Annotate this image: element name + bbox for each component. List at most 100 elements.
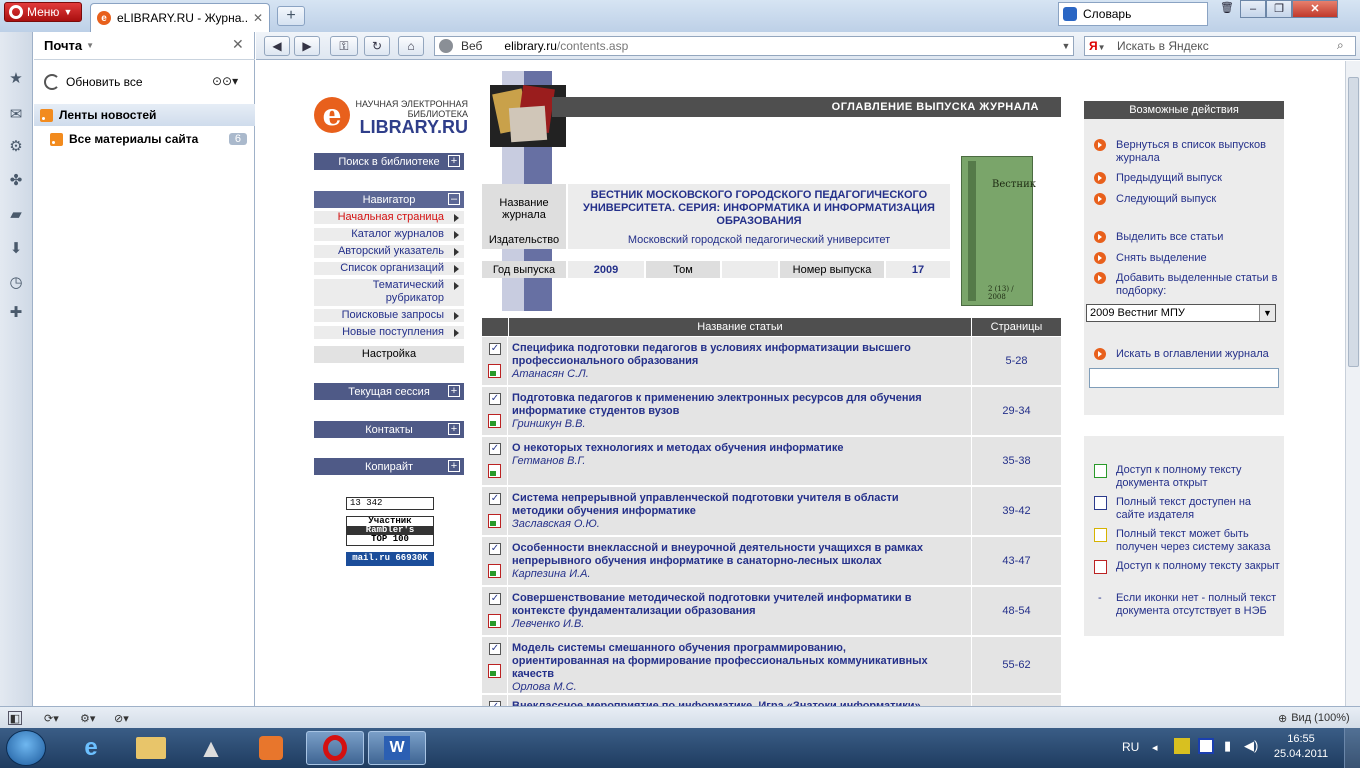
add-to-collection-link[interactable]: Добавить выделенные статьи в подборку: [1116,272,1281,298]
nav-link-home[interactable]: Начальная страница [314,211,464,224]
volume-icon[interactable]: ◀) [1244,738,1258,754]
elibrary-logo[interactable]: e НАУЧНАЯ ЭЛЕКТРОННАЯ БИБЛИОТЕКА LIBRARY… [314,97,468,137]
tray-app-icon[interactable] [1174,738,1190,754]
trash-icon[interactable]: 🗑 [1214,0,1240,18]
back-to-issues-link[interactable]: Вернуться в список выпусков журнала [1116,139,1281,165]
search-in-contents-link[interactable]: Искать в оглавлении журнала [1116,348,1281,361]
maximize-button[interactable]: ❐ [1266,0,1292,18]
add-panel-icon[interactable]: ✚ [6,302,26,322]
address-dropdown-icon[interactable]: ▼ [1059,41,1073,51]
language-indicator[interactable]: RU [1122,740,1139,754]
copyright-section[interactable]: Копирайт + [314,458,464,475]
address-field[interactable]: Веб elibrary.ru/contents.asp ▼ [434,36,1074,56]
toggle-panel-icon[interactable]: ◧ [8,711,22,725]
gear-icon[interactable]: ⚙ [6,136,26,156]
yandex-engine-icon[interactable]: Я▼ [1089,39,1111,53]
reload-button[interactable]: ↻ [364,36,390,56]
search-icon[interactable]: ⌕ [1337,38,1355,54]
tray-expand-icon[interactable]: ◂ [1152,741,1158,754]
wand-button[interactable]: ⚿ [330,36,358,56]
nav-link-rubricator[interactable]: Тематический рубрикатор [314,279,464,306]
minimize-button[interactable]: – [1240,0,1266,18]
pdf-open-access-icon[interactable] [488,564,501,578]
counter-mailru[interactable]: mail.ru 66930K [346,552,434,566]
contents-search-input[interactable] [1089,368,1279,388]
article-checkbox[interactable]: ✓ [489,393,501,405]
pdf-open-access-icon[interactable] [488,414,501,428]
turbo-icon[interactable]: ⚙▾ [80,711,95,725]
contacts-section[interactable]: Контакты + [314,421,464,438]
history-icon[interactable]: ◷ [6,272,26,292]
article-author-link[interactable]: Левченко И.В. [512,618,584,630]
deselect-link[interactable]: Снять выделение [1116,252,1281,265]
article-author-link[interactable]: Орлова М.С. [512,681,577,693]
journal-name-value[interactable]: ВЕСТНИК МОСКОВСКОГО ГОРОДСКОГО ПЕДАГОГИЧ… [568,184,950,233]
show-desktop-button[interactable] [1344,728,1360,768]
home-button[interactable]: ⌂ [398,36,424,56]
navigator-section[interactable]: Навигатор – [314,191,464,208]
close-window-button[interactable]: ✕ [1292,0,1338,18]
settings-link[interactable]: Настройка [314,346,464,363]
zoom-control[interactable]: ⊕ Вид (100%) [1278,711,1350,725]
pyramid-app-icon[interactable]: ▲ [182,731,240,765]
article-author-link[interactable]: Заславская О.Ю. [512,518,600,530]
browser-tab[interactable]: e eLIBRARY.RU - Журна... ✕ [90,3,270,32]
pdf-open-access-icon[interactable] [488,664,501,678]
next-issue-link[interactable]: Следующий выпуск [1116,193,1281,206]
word-taskbar-button[interactable]: W [368,731,426,765]
opera-taskbar-button[interactable] [306,731,364,765]
opera-menu-button[interactable]: Меню ▼ [4,2,82,22]
all-materials-item[interactable]: Все материалы сайта 6 [34,128,255,150]
article-author-link[interactable]: Карпезина И.А. [512,568,591,580]
article-title-link[interactable]: Подготовка педагогов к применению электр… [512,392,940,418]
downloads-icon[interactable]: ⬇ [6,238,26,258]
sync-icon[interactable]: ⟳▾ [44,711,59,725]
article-checkbox[interactable]: ✓ [489,343,501,355]
article-checkbox[interactable]: ✓ [489,543,501,555]
counter-liveinternet[interactable]: 13 342 [346,497,434,510]
file-explorer-icon[interactable] [122,731,180,765]
media-player-icon[interactable] [242,731,300,765]
new-tab-button[interactable]: + [277,6,305,26]
counter-rambler-top100[interactable]: Участник Rambler's TOP 100 [346,516,434,546]
journal-cover-image[interactable]: Вестник 2 (13) / 2008 [961,156,1036,306]
pdf-open-access-icon[interactable] [488,464,501,478]
pdf-open-access-icon[interactable] [488,514,501,528]
nav-link-organizations[interactable]: Список организаций [314,262,464,275]
forward-button[interactable]: ▶ [294,36,320,56]
publisher-value[interactable]: Московский городской педагогический унив… [568,231,950,249]
system-clock[interactable]: 16:55 25.04.2011 [1268,732,1334,762]
article-author-link[interactable]: Гетманов В.Г. [512,455,586,467]
yandex-search-field[interactable]: Я▼ Искать в Яндекс ⌕ [1084,36,1356,56]
article-title-link[interactable]: Особенности внеклассной и внеурочной дея… [512,542,940,568]
nav-link-search-queries[interactable]: Поисковые запросы [314,309,464,322]
article-author-link[interactable]: Атанасян С.Л. [512,368,589,380]
news-feeds-item[interactable]: Ленты новостей [34,104,255,126]
article-checkbox[interactable]: ✓ [489,593,501,605]
article-title-link[interactable]: Совершенствование методической подготовк… [512,592,940,618]
library-search-section[interactable]: Поиск в библиотеке + [314,153,464,170]
article-title-link[interactable]: Система непрерывной управленческой подго… [512,492,940,518]
close-tab-icon[interactable]: ✕ [253,11,263,25]
article-title-link[interactable]: Модель системы смешанного обучения прогр… [512,642,940,681]
article-checkbox[interactable]: ✓ [489,443,501,455]
previous-issue-link[interactable]: Предыдущий выпуск [1116,172,1281,185]
notes-icon[interactable]: ▰ [6,204,26,224]
scrollbar-thumb[interactable] [1348,77,1359,367]
tray-player-icon[interactable] [1198,738,1214,754]
nav-link-authors[interactable]: Авторский указатель [314,245,464,258]
close-panel-icon[interactable]: ✕ [232,36,246,52]
vertical-scrollbar[interactable] [1345,61,1360,706]
pdf-open-access-icon[interactable] [488,614,501,628]
collection-select[interactable]: 2009 Вестниг МПУ ▼ [1086,304,1276,322]
select-all-link[interactable]: Выделить все статьи [1116,231,1281,244]
article-author-link[interactable]: Гриншкун В.В. [512,418,586,430]
mail-panel-header[interactable]: Почта ▼ [34,32,255,60]
article-checkbox[interactable]: ✓ [489,643,501,655]
internet-explorer-icon[interactable]: e [62,731,120,765]
pdf-open-access-icon[interactable] [488,364,501,378]
mail-icon[interactable]: ✉ [6,104,26,124]
nav-link-new-arrivals[interactable]: Новые поступления [314,326,464,339]
back-button[interactable]: ◀ [264,36,290,56]
article-title-link[interactable]: Специфика подготовки педагогов в условия… [512,342,940,368]
